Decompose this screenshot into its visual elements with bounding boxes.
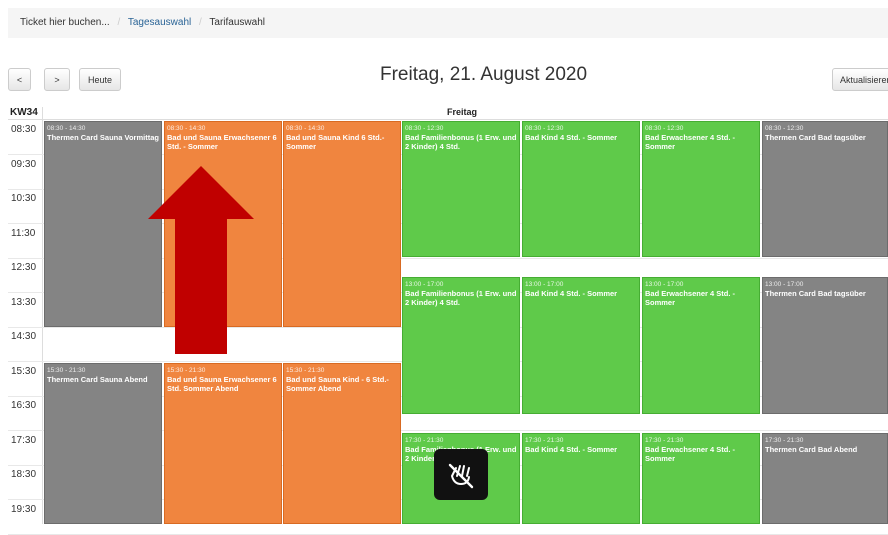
event-time: 08:30 - 12:30 [525, 125, 564, 132]
calendar-event[interactable]: 17:30 - 21:30 Bad Erwachsener 4 Std. - So… [642, 433, 760, 524]
event-time: 08:30 - 12:30 [405, 125, 444, 132]
event-time: 08:30 - 12:30 [645, 125, 684, 132]
prev-button[interactable]: < [8, 68, 31, 91]
event-time: 08:30 - 14:30 [47, 125, 86, 132]
event-title: Bad Kind 4 Std. - Sommer [525, 289, 618, 298]
event-title: Thermen Card Bad Abend [765, 445, 858, 454]
time-label: 14:30 [11, 331, 37, 342]
event-title: Thermen Card Bad tagsüber [765, 133, 866, 142]
event-title: Bad Familienbonus (1 Erw. und 2 Kinder) … [405, 289, 517, 307]
event-title: Bad und Sauna Erwachsener 6 Std. Sommer … [167, 375, 277, 393]
breadcrumb-item-tarifauswahl: Tarifauswahl [209, 17, 265, 28]
calendar-event[interactable]: 17:30 - 21:30 Thermen Card Bad Abend [762, 433, 888, 524]
red-arrow-annotation [148, 166, 254, 354]
time-label: 17:30 [11, 435, 37, 446]
calendar-event[interactable]: 08:30 - 12:30 Thermen Card Bad tagsüber [762, 121, 888, 257]
calendar-event[interactable]: 15:30 - 21:30 Bad und Sauna Kind - 6 Std.… [283, 363, 401, 524]
calendar-event[interactable]: 15:30 - 21:30 Thermen Card Sauna Abend [44, 363, 162, 524]
event-time: 08:30 - 14:30 [286, 125, 325, 132]
calendar-event[interactable]: 13:00 - 17:00 Bad Erwachsener 4 Std. - So… [642, 277, 760, 414]
event-time: 15:30 - 21:30 [47, 367, 86, 374]
breadcrumb-item-ticket: Ticket hier buchen... [20, 17, 110, 28]
time-label: 12:30 [11, 262, 37, 273]
time-label: 15:30 [11, 366, 37, 377]
event-title: Bad und Sauna Kind 6 Std.-Sommer [286, 133, 385, 151]
no-touch-hand-icon[interactable] [434, 449, 488, 500]
time-label: 18:30 [11, 469, 37, 480]
calendar-event[interactable]: 08:30 - 12:30 Bad Familienbonus (1 Erw. u… [402, 121, 520, 257]
calendar-event[interactable]: 08:30 - 12:30 Bad Kind 4 Std. - Sommer [522, 121, 640, 257]
event-title: Thermen Card Sauna Vormittag [47, 133, 159, 142]
time-label: 11:30 [11, 228, 36, 239]
time-label: 13:30 [11, 297, 37, 308]
event-time: 13:00 - 17:00 [645, 281, 684, 288]
event-title: Bad Erwachsener 4 Std. - Sommer [645, 445, 736, 463]
time-axis-divider [42, 107, 43, 524]
time-label: 09:30 [11, 159, 37, 170]
calendar-title: Freitag, 21. August 2020 [380, 64, 588, 85]
event-title: Bad Kind 4 Std. - Sommer [525, 133, 618, 142]
event-title: Bad Familienbonus (1 Erw. und 2 Kinder) … [405, 133, 517, 151]
event-time: 08:30 - 12:30 [765, 125, 804, 132]
event-time: 15:30 - 21:30 [286, 367, 325, 374]
today-button[interactable]: Heute [79, 68, 121, 91]
time-label: 10:30 [11, 193, 37, 204]
chevron-left-icon: < [16, 74, 23, 85]
time-label: 08:30 [11, 124, 37, 135]
event-title: Bad Erwachsener 4 Std. - Sommer [645, 133, 736, 151]
event-title: Bad und Sauna Kind - 6 Std.-Sommer Abend [286, 375, 389, 393]
event-time: 13:00 - 17:00 [405, 281, 444, 288]
event-title: Bad Erwachsener 4 Std. - Sommer [645, 289, 736, 307]
calendar-event[interactable]: 17:30 - 21:30 Bad Kind 4 Std. - Sommer [522, 433, 640, 524]
chevron-right-icon: > [54, 74, 60, 85]
calendar-event[interactable]: 08:30 - 14:30 Bad und Sauna Kind 6 Std.-S… [283, 121, 401, 327]
breadcrumb-separator: / [117, 17, 121, 28]
next-button[interactable]: > [44, 68, 70, 91]
event-time: 13:00 - 17:00 [765, 281, 804, 288]
breadcrumb-separator: / [199, 17, 202, 28]
calendar-event[interactable]: 13:00 - 17:00 Thermen Card Bad tagsüber [762, 277, 888, 414]
event-time: 17:30 - 21:30 [765, 437, 804, 444]
event-time: 17:30 - 21:30 [405, 437, 444, 444]
event-title: Thermen Card Sauna Abend [47, 375, 148, 384]
calendar-event[interactable]: 08:30 - 14:30 Thermen Card Sauna Vormitta… [44, 121, 162, 327]
event-time: 08:30 - 14:30 [167, 125, 206, 132]
breadcrumb-item-tagesauswahl[interactable]: Tagesauswahl [128, 17, 191, 28]
day-header: Freitag [446, 107, 477, 117]
event-time: 13:00 - 17:00 [525, 281, 564, 288]
header-divider [8, 119, 888, 120]
refresh-button[interactable]: Aktualisieren [832, 68, 888, 91]
time-label: 16:30 [11, 400, 37, 411]
no-touch-hand-glyph [448, 463, 474, 488]
event-time: 17:30 - 21:30 [525, 437, 564, 444]
calendar-event[interactable]: 08:30 - 12:30 Bad Erwachsener 4 Std. - So… [642, 121, 760, 257]
event-time: 17:30 - 21:30 [645, 437, 684, 444]
week-label: KW34 [10, 107, 38, 118]
red-arrow-shape [148, 166, 254, 354]
calendar-event[interactable]: 13:00 - 17:00 Bad Kind 4 Std. - Sommer [522, 277, 640, 414]
event-title: Bad und Sauna Erwachsener 6 Std. - Somme… [167, 133, 277, 151]
breadcrumb: Ticket hier buchen... / Tagesauswahl / T… [8, 8, 888, 38]
calendar-event[interactable]: 15:30 - 21:30 Bad und Sauna Erwachsener 6… [164, 363, 282, 524]
event-title: Bad Kind 4 Std. - Sommer [525, 445, 618, 454]
event-time: 15:30 - 21:30 [167, 367, 206, 374]
time-label: 19:30 [11, 504, 37, 515]
event-title: Thermen Card Bad tagsüber [765, 289, 866, 298]
calendar-event[interactable]: 13:00 - 17:00 Bad Familienbonus (1 Erw. u… [402, 277, 520, 414]
